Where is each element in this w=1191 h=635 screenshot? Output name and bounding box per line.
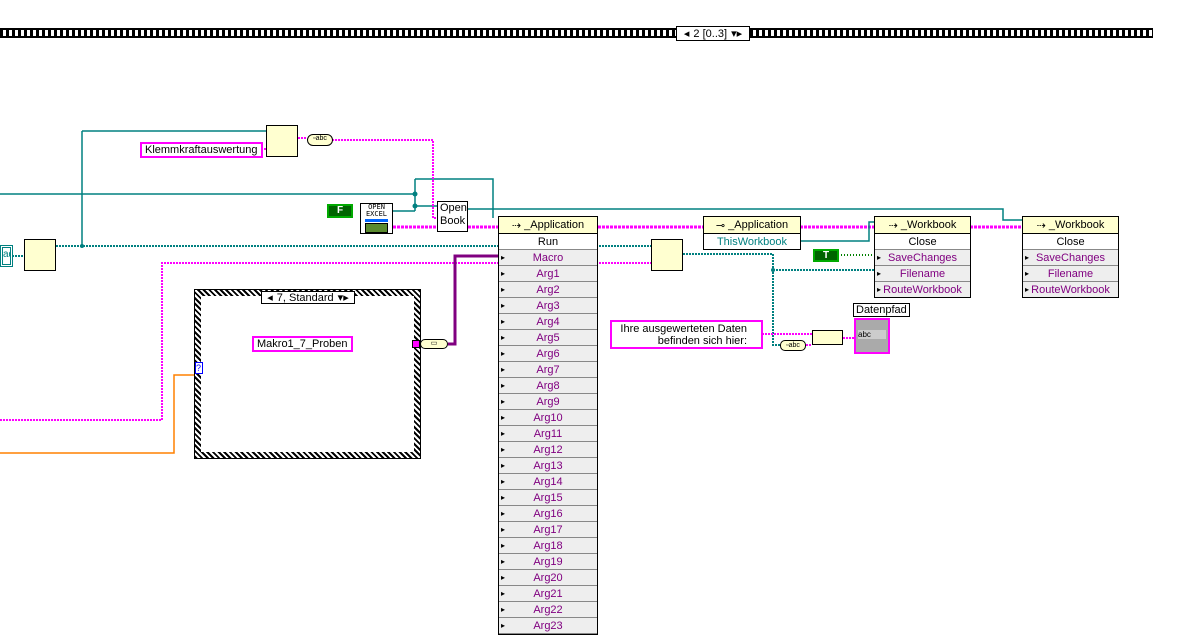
datenpfad-indicator[interactable]: abc — [854, 318, 890, 354]
bundle-by-name-icon[interactable] — [266, 125, 298, 157]
concatenate-strings-icon[interactable] — [812, 330, 843, 345]
workbook-close-node-1[interactable]: ⇢ _Workbook Close SaveChanges Filename R… — [874, 216, 971, 298]
klemmkraft-string-constant[interactable]: Klemmkraftauswertung — [140, 142, 263, 158]
param-arg6[interactable]: Arg6 — [499, 346, 597, 362]
param-routeworkbook[interactable]: RouteWorkbook — [1023, 282, 1118, 297]
open-excel-line2: EXCEL — [365, 210, 388, 218]
prev-case-icon[interactable]: ◂ — [267, 291, 273, 304]
open-book-line2: Book — [440, 215, 466, 227]
param-arg14[interactable]: Arg14 — [499, 474, 597, 490]
path-terminal[interactable]: ad — [0, 245, 13, 267]
application-invoke-node[interactable]: ⇢ _Application Run MacroArg1Arg2Arg3Arg4… — [498, 216, 598, 635]
property-thisworkbook[interactable]: ThisWorkbook — [704, 234, 800, 249]
param-arg9[interactable]: Arg9 — [499, 394, 597, 410]
param-arg13[interactable]: Arg13 — [499, 458, 597, 474]
param-arg2[interactable]: Arg2 — [499, 282, 597, 298]
param-arg4[interactable]: Arg4 — [499, 314, 597, 330]
param-filename[interactable]: Filename — [875, 266, 970, 282]
case-selector[interactable]: ◂ 7, Standard ▾▸ — [261, 291, 355, 304]
param-routeworkbook[interactable]: RouteWorkbook — [875, 282, 970, 297]
param-arg22[interactable]: Arg22 — [499, 602, 597, 618]
workbook-title: _Workbook — [900, 219, 957, 231]
param-arg8[interactable]: Arg8 — [499, 378, 597, 394]
message-string-constant[interactable]: Ihre ausgewerteten Daten befinden sich hi… — [610, 320, 763, 349]
param-macro[interactable]: Macro — [499, 250, 597, 266]
param-arg19[interactable]: Arg19 — [499, 554, 597, 570]
param-arg12[interactable]: Arg12 — [499, 442, 597, 458]
param-arg20[interactable]: Arg20 — [499, 570, 597, 586]
param-arg3[interactable]: Arg3 — [499, 298, 597, 314]
case-selector-terminal[interactable]: ? — [195, 362, 203, 374]
invoke-node-header: ⇢ _Application — [499, 217, 597, 234]
open-book-subvi[interactable]: Open Book — [437, 201, 468, 232]
to-variant-icon[interactable]: ▭ — [420, 339, 448, 349]
param-arg7[interactable]: Arg7 — [499, 362, 597, 378]
param-arg5[interactable]: Arg5 — [499, 330, 597, 346]
open-excel-subvi[interactable]: OPEN EXCEL — [360, 203, 393, 234]
true-constant[interactable]: T — [813, 249, 839, 262]
workbook-title: _Workbook — [1048, 219, 1105, 231]
case-structure[interactable] — [194, 289, 421, 459]
case-selector-label: 7, Standard — [276, 291, 334, 304]
workbook-close-node-2[interactable]: ⇢ _Workbook Close SaveChanges Filename R… — [1022, 216, 1119, 298]
message-line1: Ihre ausgewerteten Daten — [620, 323, 747, 335]
app-node-title: _Application — [524, 219, 585, 231]
method-close[interactable]: Close — [1023, 234, 1118, 250]
param-arg17[interactable]: Arg17 — [499, 522, 597, 538]
param-arg10[interactable]: Arg10 — [499, 410, 597, 426]
application-property-node[interactable]: ⊸ _Application ThisWorkbook — [703, 216, 801, 250]
macro-name-string-constant[interactable]: Makro1_7_Proben — [252, 336, 353, 352]
path-to-string-icon[interactable]: ▫abc — [780, 340, 806, 351]
case-dropdown-icon[interactable]: ▾▸ — [338, 291, 349, 304]
method-run[interactable]: Run — [499, 234, 597, 250]
workbook-header: ⇢ _Workbook — [875, 217, 970, 234]
false-constant[interactable]: F — [327, 204, 353, 218]
unbundle-icon[interactable] — [24, 239, 56, 271]
param-arg18[interactable]: Arg18 — [499, 538, 597, 554]
output-tunnel — [412, 340, 420, 348]
to-string-conversion-icon[interactable]: ▫abc — [307, 134, 333, 146]
open-book-line1: Open — [440, 202, 467, 214]
param-arg1[interactable]: Arg1 — [499, 266, 597, 282]
param-filename[interactable]: Filename — [1023, 266, 1118, 282]
workbook-header: ⇢ _Workbook — [1023, 217, 1118, 234]
param-arg15[interactable]: Arg15 — [499, 490, 597, 506]
param-arg21[interactable]: Arg21 — [499, 586, 597, 602]
message-line2: befinden sich hier: — [657, 335, 747, 347]
property-node-header: ⊸ _Application — [704, 217, 800, 234]
unbundle-by-name-icon[interactable] — [651, 239, 683, 271]
method-close[interactable]: Close — [875, 234, 970, 250]
param-savechanges[interactable]: SaveChanges — [1023, 250, 1118, 266]
param-arg23[interactable]: Arg23 — [499, 618, 597, 634]
indicator-value: abc — [858, 330, 886, 339]
indicator-label: Datenpfad — [853, 303, 910, 317]
app-prop-title: _Application — [728, 219, 789, 231]
param-arg11[interactable]: Arg11 — [499, 426, 597, 442]
param-savechanges[interactable]: SaveChanges — [875, 250, 970, 266]
excel-window-icon — [365, 223, 388, 233]
param-arg16[interactable]: Arg16 — [499, 506, 597, 522]
